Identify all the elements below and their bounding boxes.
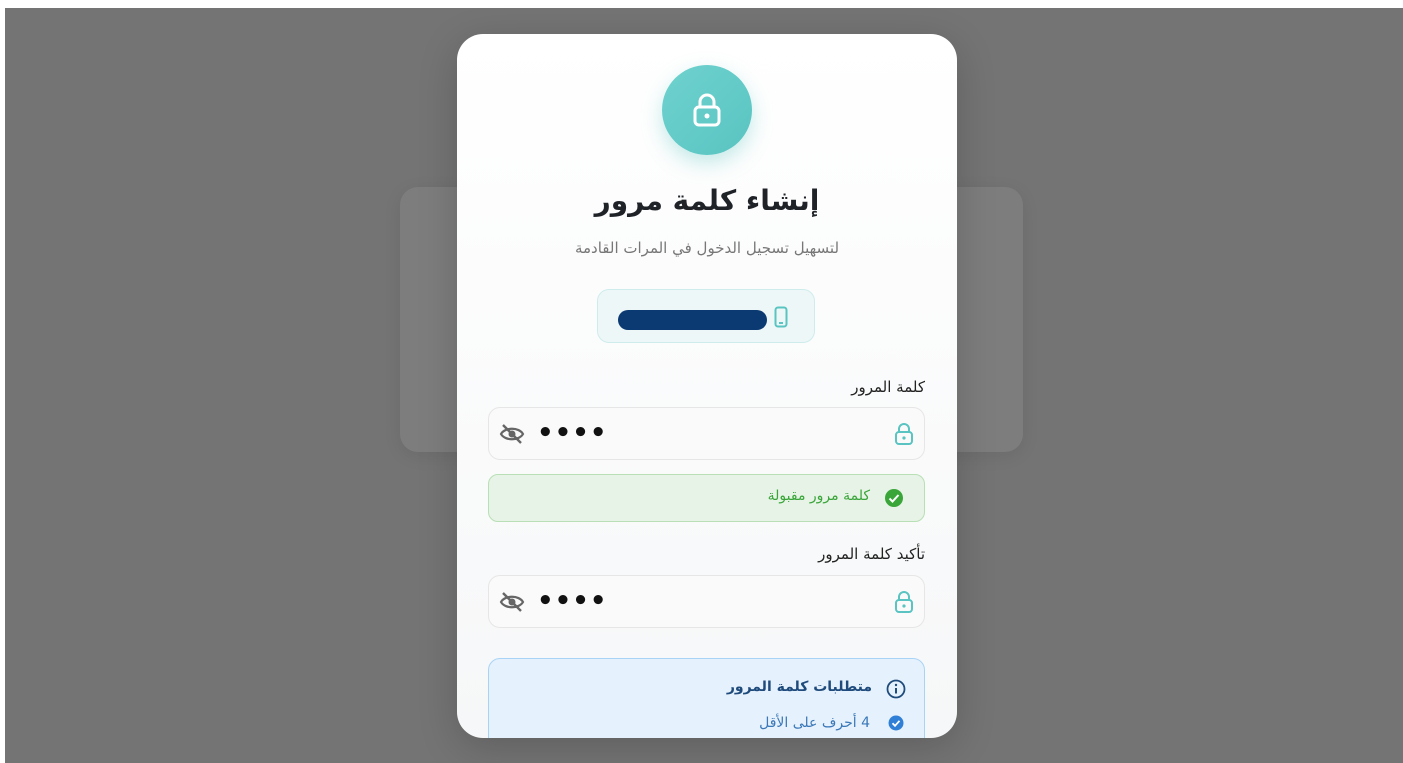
dialog-subtitle: لتسهيل تسجيل الدخول في المرات القادمة [574, 239, 840, 257]
lock-icon [895, 423, 913, 445]
create-password-dialog: إنشاء كلمة مرور لتسهيل تسجيل الدخول في ا… [457, 34, 957, 738]
password-label: كلمة المرور [851, 378, 925, 396]
masked-phone-number [618, 310, 767, 330]
lock-icon [693, 93, 721, 127]
check-circle-icon [885, 489, 903, 507]
requirements-title: متطلبات كلمة المرور [726, 679, 872, 695]
confirm-password-label: تأكيد كلمة المرور [818, 545, 925, 563]
hide-password-icon[interactable] [499, 590, 525, 614]
password-value: •••• [537, 418, 608, 448]
hide-password-icon[interactable] [499, 422, 525, 446]
password-input[interactable]: •••• [488, 407, 925, 460]
confirm-password-value: •••• [537, 586, 608, 616]
info-icon [886, 679, 906, 699]
mobile-phone-icon [774, 306, 788, 328]
password-valid-message: كلمة مرور مقبولة [488, 474, 925, 522]
password-requirements: متطلبات كلمة المرور 4 أحرف على الأقل [488, 658, 925, 738]
dialog-title: إنشاء كلمة مرور [594, 184, 820, 217]
lock-badge [662, 65, 752, 155]
lock-icon [895, 591, 913, 613]
requirement-item: 4 أحرف على الأقل [759, 715, 870, 731]
confirm-password-input[interactable]: •••• [488, 575, 925, 628]
phone-number-display [597, 289, 815, 343]
validation-text: كلمة مرور مقبولة [767, 488, 870, 504]
check-circle-icon [888, 715, 904, 731]
